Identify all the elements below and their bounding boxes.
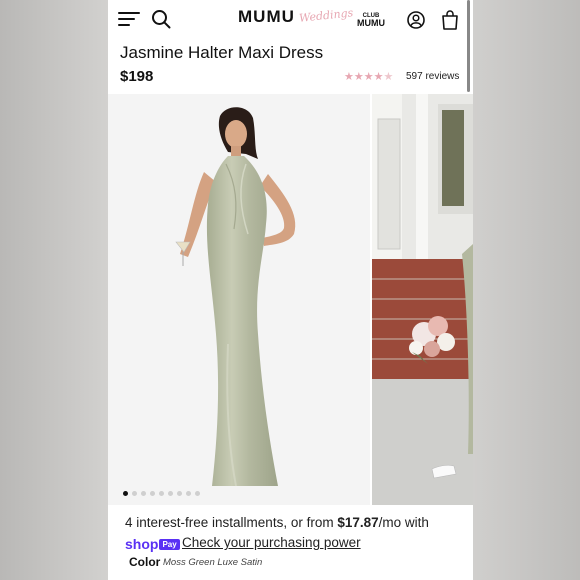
installments-suffix: /mo with — [378, 515, 429, 530]
club-label-big: MUMU — [357, 18, 385, 28]
product-image-gallery[interactable] — [108, 94, 473, 506]
star-icon: ★ — [353, 71, 364, 83]
rating-stars[interactable]: ★★★★★ — [344, 70, 393, 83]
installments-text: 4 interest-free installments, or from $1… — [125, 515, 429, 530]
hamburger-menu-icon[interactable] — [118, 11, 140, 27]
gallery-dot[interactable] — [168, 491, 173, 496]
reviews-count-link[interactable]: 597 reviews — [406, 71, 459, 82]
star-icon: ★ — [344, 71, 354, 83]
page-scrollbar[interactable] — [467, 0, 470, 92]
check-purchasing-power-link[interactable]: Check your purchasing power — [182, 535, 361, 550]
installments-amount: $17.87 — [337, 515, 379, 530]
search-icon[interactable] — [151, 9, 171, 29]
shop-pay-badge: Pay — [159, 539, 180, 550]
shopping-bag-icon[interactable] — [441, 10, 459, 30]
gallery-dot[interactable] — [150, 491, 155, 496]
gallery-dot[interactable] — [177, 491, 182, 496]
star-icon: ★ — [363, 71, 374, 83]
phone-screen: MUMU Weddings CLUB MUMU Jasmine Halter M… — [108, 0, 473, 580]
star-icon: ★ — [373, 71, 384, 83]
gallery-dot[interactable] — [141, 491, 146, 496]
star-icon: ★ — [383, 71, 394, 83]
gallery-dot[interactable] — [132, 491, 137, 496]
product-image-secondary[interactable] — [372, 94, 473, 505]
brand-logo[interactable]: MUMU — [238, 7, 295, 27]
gallery-dot[interactable] — [123, 491, 128, 496]
club-mumu-link[interactable]: CLUB MUMU — [357, 13, 385, 28]
shop-pay-logo: shop Pay — [125, 536, 180, 554]
brand-logo-script: Weddings — [298, 6, 354, 25]
account-icon[interactable] — [407, 11, 425, 29]
gallery-dot[interactable] — [195, 491, 200, 496]
shop-pay-wordmark: shop — [125, 536, 159, 552]
installments-prefix: 4 interest-free installments, or from — [125, 515, 338, 530]
top-navigation: MUMU Weddings CLUB MUMU — [108, 0, 473, 40]
color-value: Moss Green Luxe Satin — [163, 557, 263, 568]
gallery-pagination — [123, 483, 204, 501]
product-image-main[interactable] — [108, 94, 370, 505]
color-label: Color — [129, 555, 161, 569]
product-price: $198 — [120, 68, 154, 85]
background-left — [0, 0, 108, 580]
gallery-dot[interactable] — [186, 491, 191, 496]
product-title: Jasmine Halter Maxi Dress — [120, 43, 324, 62]
background-right — [473, 0, 580, 580]
gallery-dot[interactable] — [159, 491, 164, 496]
